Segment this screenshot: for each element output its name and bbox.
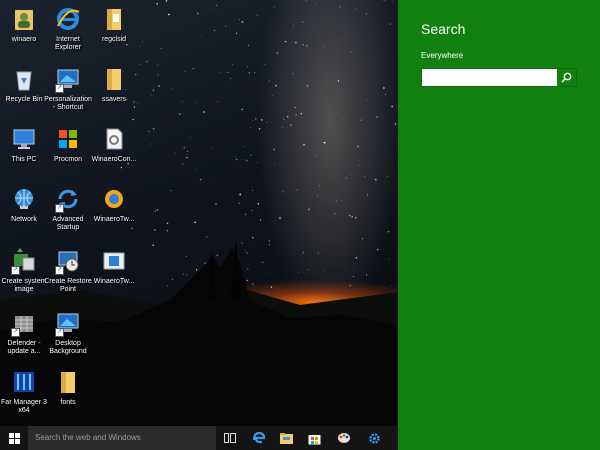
- search-charm-panel: Search Everywhere: [398, 0, 600, 450]
- taskbar-search-placeholder: Search the web and Windows: [35, 433, 141, 442]
- taskbar: Search the web and Windows: [0, 426, 398, 450]
- desktop-icon-ssavers[interactable]: ssavers: [90, 66, 138, 104]
- shortcut-arrow-icon: ↗: [11, 328, 20, 337]
- desktop-icon-winaerotweaker[interactable]: WinaeroTw...: [90, 186, 138, 224]
- system-image-icon: ↗: [11, 248, 37, 275]
- windows-logo-icon: [8, 432, 20, 444]
- taskbar-search-box[interactable]: Search the web and Windows: [28, 426, 216, 450]
- computer-icon: [11, 126, 37, 152]
- settings-gear-icon[interactable]: [360, 426, 388, 450]
- internet-explorer-icon: [55, 6, 81, 32]
- search-panel-title: Search: [421, 21, 466, 37]
- user-folder-icon: [11, 6, 37, 32]
- desktop-icon-winaero[interactable]: winaero: [0, 6, 48, 44]
- desktop-icon-far-manager[interactable]: Far Manager 3 x64: [0, 369, 48, 415]
- desktop-icon-advanced-startup[interactable]: ↗ Advanced Startup: [44, 186, 92, 232]
- shortcut-arrow-icon: ↗: [55, 204, 64, 213]
- desktop-icon-create-restore-point[interactable]: ↗ Create Restore Point: [44, 248, 92, 294]
- desktop-icon-internet-explorer[interactable]: Internet Explorer: [44, 6, 92, 52]
- start-button[interactable]: [0, 426, 28, 450]
- defender-icon: ↗: [11, 310, 37, 337]
- search-box: [421, 68, 577, 88]
- far-manager-icon: [11, 369, 37, 395]
- search-input[interactable]: [422, 71, 555, 88]
- desktop-icon-defender-update[interactable]: ↗ Defender - update a...: [0, 310, 48, 356]
- desktop-background-icon: ↗: [55, 310, 81, 337]
- desktop[interactable]: winaero Recycle Bin This PC Network ↗ Cr…: [0, 0, 398, 426]
- shortcut-arrow-icon: ↗: [11, 266, 20, 275]
- shortcut-arrow-icon: ↗: [55, 328, 64, 337]
- desktop-icon-this-pc[interactable]: This PC: [0, 126, 48, 164]
- desktop-icon-winaerocon[interactable]: WinaeroCon...: [90, 126, 138, 164]
- network-icon: [11, 186, 37, 212]
- desktop-icon-personalization-shortcut[interactable]: ↗ Personalization - Shortcut: [44, 66, 92, 112]
- search-button[interactable]: [557, 69, 576, 86]
- desktop-icon-winaerotweaker-window[interactable]: WinaeroTw...: [90, 248, 138, 286]
- desktop-icon-desktop-background[interactable]: ↗ Desktop Background: [44, 310, 92, 356]
- edge-icon[interactable]: [244, 426, 272, 450]
- store-icon[interactable]: [300, 426, 328, 450]
- procmon-icon: [55, 126, 81, 152]
- desktop-icon-procmon[interactable]: Procmon: [44, 126, 92, 164]
- restore-point-icon: ↗: [55, 248, 81, 275]
- desktop-icon-recycle-bin[interactable]: Recycle Bin: [0, 66, 48, 104]
- file-explorer-icon[interactable]: [272, 426, 300, 450]
- task-view-icon[interactable]: [216, 426, 244, 450]
- folder-icon: [55, 369, 81, 395]
- search-icon: [561, 72, 572, 83]
- refresh-icon: ↗: [55, 186, 81, 213]
- desktop-icon-fonts[interactable]: fonts: [44, 369, 92, 407]
- shortcut-arrow-icon: ↗: [55, 266, 64, 275]
- folder-icon: [101, 6, 127, 32]
- document-icon: [101, 126, 127, 152]
- shortcut-arrow-icon: ↗: [55, 84, 64, 93]
- paint-icon[interactable]: [330, 426, 358, 450]
- folder-icon: [101, 66, 127, 92]
- winaero-tweaker-icon: [101, 186, 127, 212]
- desktop-icon-regclsid[interactable]: regclsid: [90, 6, 138, 44]
- personalization-icon: ↗: [55, 66, 81, 93]
- recycle-bin-icon: [11, 66, 37, 92]
- search-scope-label[interactable]: Everywhere: [421, 51, 463, 60]
- desktop-icon-create-system-image[interactable]: ↗ Create system image: [0, 248, 48, 294]
- desktop-icon-network[interactable]: Network: [0, 186, 48, 224]
- window-icon: [101, 248, 127, 274]
